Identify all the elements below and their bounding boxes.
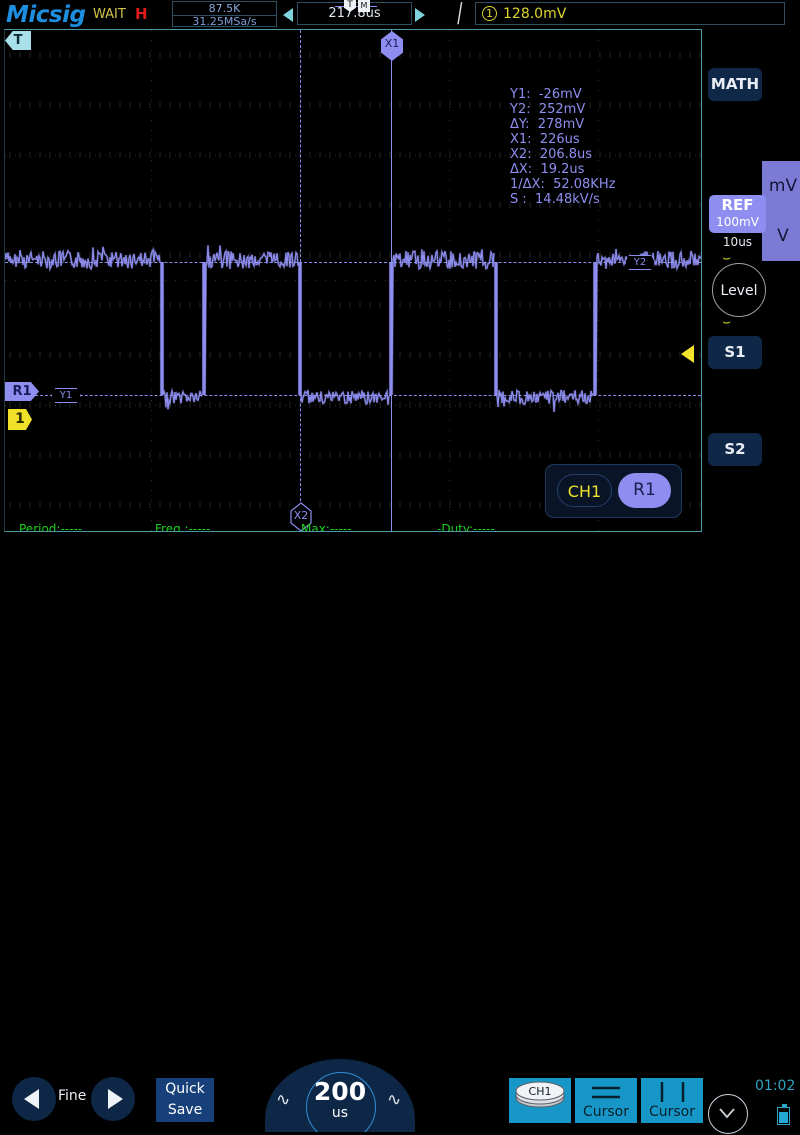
vertical-cursor-icon	[660, 1082, 685, 1102]
unit-mv-button[interactable]: mV	[762, 161, 800, 212]
trigger-level-box[interactable]: 1 128.0mV	[475, 2, 785, 25]
source-ch1-button[interactable]: CH1	[557, 474, 612, 507]
waveform-plot-area[interactable]: Y2 Y1 T X1 X2 R1 1 Y1: -26mV Y2: 252mV Δ…	[4, 29, 702, 532]
timebase-scroll-left-icon[interactable]	[283, 8, 293, 22]
trigger-marker-line	[335, 6, 377, 7]
s2-button[interactable]: S2	[708, 433, 762, 466]
waveform-icon-left[interactable]: ∿	[276, 1090, 290, 1110]
trigger-mode-indicator: H	[135, 5, 148, 23]
readout-y2: Y2: 252mV	[510, 102, 586, 117]
timebase-scroll-right-icon[interactable]	[415, 8, 425, 22]
sample-rate-value: 31.25MSa/s	[173, 15, 276, 28]
math-button[interactable]: MATH	[708, 68, 762, 101]
oscilloscope-screen: Micsig WAIT H 87.5K 31.25MSa/s 217.8us T…	[0, 0, 800, 1134]
readout-deltax: ΔX: 19.2us	[510, 162, 585, 177]
svg-text:CH1: CH1	[529, 1085, 552, 1098]
measurement-period[interactable]: Period:-----	[19, 522, 82, 531]
next-button[interactable]	[91, 1077, 135, 1121]
ref-scale-value: 100mV	[716, 215, 759, 229]
timebase-unit: us	[331, 1105, 349, 1121]
quick-save-line2: Save	[167, 1102, 203, 1118]
trigger-level-value: 128.0mV	[503, 6, 567, 22]
falling-edge-icon: ╱	[452, 2, 469, 26]
cursor-marker-x2-label: X2	[293, 509, 309, 522]
bottom-toolbar: Fine Quick Save ∿ 200 us ∿ CH1 Cursor Cu…	[0, 532, 800, 1134]
quick-save-line1: Quick	[165, 1081, 205, 1097]
battery-cap	[782, 1104, 787, 1107]
readout-x2: X2: 206.8us	[510, 147, 593, 162]
brand-logo: Micsig	[6, 2, 86, 28]
waveform-icon-right[interactable]: ∿	[387, 1090, 401, 1110]
trigger-source-icon: 1	[482, 6, 497, 21]
readout-deltay: ΔY: 278mV	[510, 117, 585, 132]
unit-v-button[interactable]: V	[762, 211, 800, 261]
header-bar: Micsig WAIT H 87.5K 31.25MSa/s 217.8us T…	[0, 0, 800, 28]
horizontal-cursor-icon	[592, 1086, 620, 1099]
level-knob[interactable]: Level	[712, 263, 766, 317]
readout-frequency: 1/ΔX: 52.08KHz	[510, 177, 616, 192]
trigger-m-icon: M	[358, 0, 370, 12]
ref-button[interactable]: REF 100mV	[709, 195, 766, 233]
measurement-row: Period:----- Freq.:----- Max:----- -Duty…	[5, 522, 701, 531]
ref-timebase-value: 10us	[722, 235, 753, 249]
level-down-icon[interactable]: ⌣	[722, 314, 731, 330]
play-left-icon	[24, 1089, 39, 1109]
cursor-tag-y2[interactable]: Y2	[625, 255, 655, 270]
measurement-duty[interactable]: -Duty:-----	[437, 522, 495, 531]
quick-save-button[interactable]: Quick Save	[156, 1078, 214, 1122]
measurement-max[interactable]: Max:-----	[301, 522, 352, 531]
trigger-t-icon: T	[344, 0, 356, 12]
expand-menu-button[interactable]	[708, 1094, 748, 1134]
vertical-cursor-button[interactable]: Cursor	[641, 1078, 703, 1123]
acquisition-info-box[interactable]: 87.5K 31.25MSa/s	[172, 1, 277, 28]
source-r1-button[interactable]: R1	[618, 473, 671, 508]
prev-button[interactable]	[12, 1077, 56, 1121]
s1-button[interactable]: S1	[708, 336, 762, 369]
memory-depth-value: 87.5K	[208, 2, 241, 15]
readout-slew: S : 14.48kV/s	[510, 192, 600, 207]
horizontal-cursor-button[interactable]: Cursor	[575, 1078, 637, 1123]
channel-select-button[interactable]: CH1	[509, 1078, 571, 1123]
fine-label: Fine	[58, 1088, 87, 1104]
cursor-tag-y1[interactable]: Y1	[51, 388, 81, 403]
timebase-dial[interactable]: ∿ 200 us ∿	[265, 1059, 415, 1132]
horizontal-cursor-label: Cursor	[582, 1104, 630, 1120]
source-select-panel[interactable]: CH1 R1	[545, 464, 682, 518]
trigger-position-marker: T M	[335, 0, 377, 12]
trigger-level-marker[interactable]	[681, 345, 694, 363]
readout-x1: X1: 226us	[510, 132, 580, 147]
readout-y1: Y1: -26mV	[510, 87, 582, 102]
measurement-frequency[interactable]: Freq.:-----	[155, 522, 210, 531]
channel-stack-icon: CH1	[515, 1081, 565, 1108]
right-sidebar: MATH mV V REF 100mV 10us ⌣ Level ⌣ S1 S2	[703, 29, 800, 532]
clock-display: 01:02	[755, 1078, 796, 1094]
play-right-icon	[108, 1089, 123, 1109]
timebase-value: 200	[313, 1077, 367, 1106]
vertical-cursor-label: Cursor	[648, 1104, 696, 1120]
acquisition-status: WAIT	[93, 7, 126, 22]
chevron-down-icon	[719, 1108, 735, 1119]
cursor-readout-panel: Y1: -26mV Y2: 252mV ΔY: 278mV X1: 226us …	[510, 87, 615, 207]
battery-icon	[777, 1104, 790, 1125]
battery-fill	[779, 1112, 788, 1123]
ref-button-label: REF	[721, 196, 754, 214]
